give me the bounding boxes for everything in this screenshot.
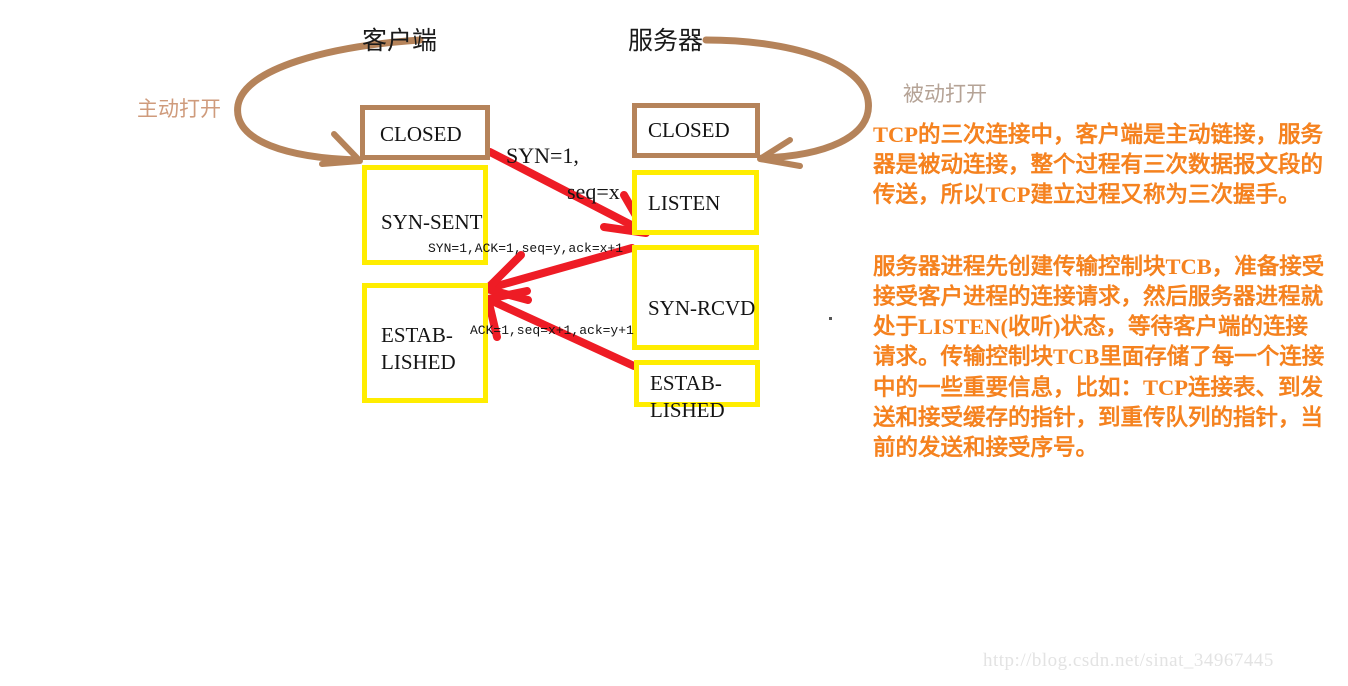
client-state-syn-sent-label: SYN-SENT	[381, 210, 483, 234]
stray-dot-artifact	[829, 317, 832, 320]
server-state-closed-label: CLOSED	[648, 118, 730, 142]
client-state-established-label-line1: ESTAB-	[381, 323, 453, 347]
note-paragraph-1: TCP的三次连接中，客户端是主动链接，服务器是被动连接，整个过程有三次数据报文段…	[873, 122, 1324, 208]
client-column-title: 客户端	[362, 28, 438, 55]
client-state-established-label-line2: LISHED	[381, 350, 456, 374]
diagram-canvas: 客户端 服务器 主动打开 被动打开 CLOSED SYN-SENT ESTAB-…	[0, 0, 1348, 686]
message-syn-label-line1: SYN=1,	[506, 143, 579, 168]
active-open-arrowhead	[319, 131, 363, 167]
message-synack-label: SYN=1,ACK=1,seq=y,ack=x+1	[428, 241, 624, 256]
server-state-established: ESTAB- LISHED	[634, 360, 760, 422]
server-state-syn-rcvd: SYN-RCVD	[632, 245, 759, 350]
server-state-listen-label: LISTEN	[648, 191, 721, 215]
server-column-title: 服务器	[628, 28, 704, 55]
client-state-established: ESTAB- LISHED	[362, 283, 488, 403]
message-syn-label-line2: seq=x	[567, 179, 620, 204]
client-state-closed-label: CLOSED	[380, 122, 462, 146]
server-state-established-label-line2: LISHED	[650, 398, 725, 422]
server-state-syn-rcvd-label: SYN-RCVD	[648, 296, 756, 320]
passive-open-label: 被动打开	[903, 82, 987, 106]
server-state-listen: LISTEN	[632, 170, 759, 235]
active-open-label: 主动打开	[137, 97, 221, 121]
server-state-closed: CLOSED	[632, 103, 760, 158]
server-state-established-label-line1: ESTAB-	[650, 371, 722, 395]
arrow-synack-head	[483, 251, 532, 304]
passive-open-arrowhead	[757, 137, 803, 169]
message-ack-label: ACK=1,seq=x+1,ack=y+1	[470, 323, 634, 338]
client-state-closed: CLOSED	[360, 105, 490, 160]
note-paragraph-2: 服务器进程先创建传输控制块TCB，准备接受接受客户进程的连接请求，然后服务器进程…	[873, 254, 1325, 460]
watermark-url: http://blog.csdn.net/sinat_34967445	[983, 650, 1274, 671]
